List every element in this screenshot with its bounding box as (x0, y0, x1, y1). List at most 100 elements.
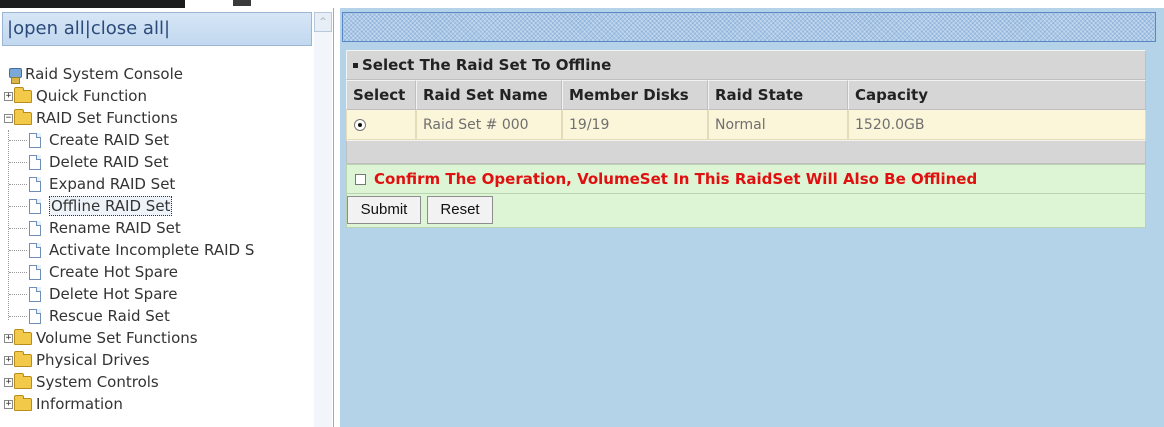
separator: | (163, 18, 171, 39)
navigation-pane: |open all|close all| ^ Raid System Conso… (0, 8, 334, 427)
tree-item-quick-function[interactable]: + Quick Function (4, 86, 147, 108)
tree-root[interactable]: Raid System Console (8, 64, 183, 86)
tree-item-offline-raid-set[interactable]: Offline RAID Set (9, 196, 173, 218)
tree-item-rescue-raid-set[interactable]: Rescue Raid Set (9, 306, 170, 328)
bullet-icon (353, 63, 358, 68)
tree-item-delete-hot-spare[interactable]: Delete Hot Spare (9, 284, 177, 306)
page-icon (29, 265, 41, 280)
tree-controls: |open all|close all| (3, 18, 170, 39)
tree-item-label: Delete Hot Spare (49, 285, 178, 303)
member-disks-cell: 19/19 (562, 110, 708, 140)
collapse-icon[interactable]: − (4, 114, 13, 123)
folder-icon (14, 395, 32, 411)
tree-connector (9, 250, 27, 251)
scroll-up-button[interactable]: ^ (314, 12, 332, 32)
folder-icon (14, 87, 32, 103)
tree-connector (9, 272, 27, 273)
page-icon (29, 177, 41, 192)
expand-icon[interactable]: + (4, 356, 13, 365)
table-footer-bar (346, 140, 1146, 164)
tree-item-label-selected: Offline RAID Set (49, 196, 173, 216)
tree-item-delete-raid-set[interactable]: Delete RAID Set (9, 152, 169, 174)
tree-item-label: Information (36, 395, 123, 413)
button-row: Submit Reset (346, 194, 1146, 228)
tree-item-label: Volume Set Functions (36, 329, 198, 347)
page-icon (29, 199, 41, 214)
tree-root-label: Raid System Console (25, 65, 183, 83)
table-header-row: Select Raid Set Name Member Disks Raid S… (346, 80, 1146, 110)
top-black-fragment (0, 0, 185, 8)
page-icon (29, 133, 41, 148)
tree-item-label: Expand RAID Set (49, 175, 176, 193)
folder-icon (14, 351, 32, 367)
tree-item-expand-raid-set[interactable]: Expand RAID Set (9, 174, 175, 196)
folder-icon (14, 329, 32, 345)
offline-raid-set-form: Select The Raid Set To Offline Select Ra… (346, 50, 1146, 228)
open-folder-icon (14, 109, 32, 125)
folder-icon (14, 373, 32, 389)
table-row[interactable]: Raid Set # 000 19/19 Normal 1520.0GB (346, 110, 1146, 140)
tree-connector (9, 140, 27, 141)
raid-set-table: Select Raid Set Name Member Disks Raid S… (346, 80, 1146, 140)
top-dark-fragment (233, 0, 251, 6)
tree-item-system-controls[interactable]: + System Controls (4, 372, 159, 394)
tree-item-create-raid-set[interactable]: Create RAID Set (9, 130, 169, 152)
tree-controls-bar: |open all|close all| (2, 12, 312, 46)
tree-connector (9, 294, 27, 295)
expand-icon[interactable]: + (4, 334, 13, 343)
tree-item-label: Rescue Raid Set (49, 307, 170, 325)
expand-icon[interactable]: + (4, 378, 13, 387)
expand-icon[interactable]: + (4, 400, 13, 409)
tree-item-information[interactable]: + Information (4, 394, 123, 416)
panel-title: Select The Raid Set To Offline (362, 56, 612, 74)
column-header: Raid State (708, 80, 848, 110)
confirm-row: Confirm The Operation, VolumeSet In This… (346, 164, 1146, 194)
console-icon (8, 67, 22, 84)
tree-connector (9, 206, 27, 207)
column-header: Member Disks (562, 80, 708, 110)
tree-item-label: RAID Set Functions (36, 109, 178, 127)
tree-item-label: Rename RAID Set (49, 219, 181, 237)
confirm-checkbox[interactable] (355, 174, 366, 185)
tree-connector (9, 184, 27, 185)
tree-item-physical-drives[interactable]: + Physical Drives (4, 350, 150, 372)
tree-connector (9, 316, 27, 317)
column-header: Select (346, 80, 416, 110)
tree-item-create-hot-spare[interactable]: Create Hot Spare (9, 262, 178, 284)
page-icon (29, 309, 41, 324)
header-banner (342, 12, 1156, 42)
page-icon (29, 243, 41, 258)
tree-item-label: Activate Incomplete RAID S (49, 241, 255, 259)
raid-set-name-cell: Raid Set # 000 (416, 110, 562, 140)
page-icon (29, 155, 41, 170)
page-icon (29, 287, 41, 302)
tree-item-activate-incomplete-raid-set[interactable]: Activate Incomplete RAID S (9, 240, 254, 262)
tree-item-raid-set-functions[interactable]: − RAID Set Functions (4, 108, 178, 130)
panel-header: Select The Raid Set To Offline (346, 50, 1146, 80)
close-all-link[interactable]: close all (91, 18, 164, 39)
tree-item-rename-raid-set[interactable]: Rename RAID Set (9, 218, 181, 240)
tree-item-label: Delete RAID Set (49, 153, 169, 171)
column-header: Capacity (848, 80, 1146, 110)
tree-connector (9, 228, 27, 229)
content-pane: Select The Raid Set To Offline Select Ra… (340, 8, 1164, 427)
tree-item-volume-set-functions[interactable]: + Volume Set Functions (4, 328, 198, 350)
raid-set-radio[interactable] (354, 118, 366, 131)
open-all-link[interactable]: open all (13, 18, 85, 39)
select-cell (346, 110, 416, 140)
capacity-cell: 1520.0GB (848, 110, 1146, 140)
submit-button[interactable]: Submit (347, 196, 421, 224)
scrollbar-track[interactable] (314, 32, 332, 427)
page-icon (29, 221, 41, 236)
tree-item-label: Physical Drives (36, 351, 150, 369)
reset-button[interactable]: Reset (427, 196, 493, 224)
tree-connector (9, 162, 27, 163)
confirm-label: Confirm The Operation, VolumeSet In This… (374, 170, 978, 188)
tree-item-label: System Controls (36, 373, 159, 391)
raid-state-cell: Normal (708, 110, 848, 140)
column-header: Raid Set Name (416, 80, 562, 110)
expand-icon[interactable]: + (4, 92, 13, 101)
tree-item-label: Create RAID Set (49, 131, 170, 149)
tree-item-label: Quick Function (36, 87, 147, 105)
tree-item-label: Create Hot Spare (49, 263, 179, 281)
